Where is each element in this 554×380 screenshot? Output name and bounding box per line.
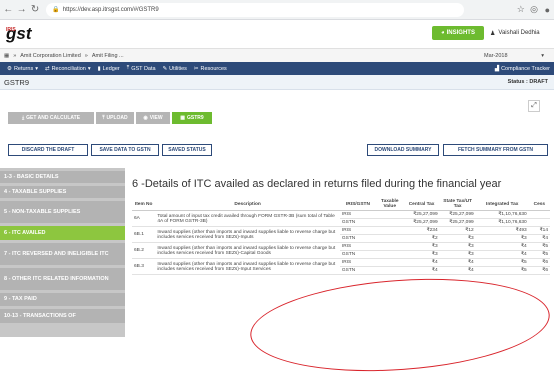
- main-panel: ⤢ ⤓ GET AND CALCULATE ⤒ UPLOAD ◉ VIEW ▦ GSTR…: [0, 90, 554, 380]
- reload-icon[interactable]: ↻: [30, 4, 40, 15]
- discard-draft-button[interactable]: DISCARD THE DRAFT: [8, 144, 88, 156]
- view-button[interactable]: ◉ VIEW: [136, 112, 170, 124]
- table-row: 6B.1 Inward supplies (other than imports…: [132, 226, 550, 243]
- address-bar[interactable]: 🔒 https://dev.asp.itrsgst.com/#/GSTR9: [46, 2, 465, 17]
- table-row: 6B.2 Inward supplies (other than imports…: [132, 242, 550, 259]
- swap-icon: ⇄: [44, 65, 50, 72]
- section-title: 6 -Details of ITC availed as declared in…: [132, 178, 502, 190]
- upload-icon: ⤒: [102, 115, 105, 121]
- upload-button[interactable]: ⤒ UPLOAD: [96, 112, 134, 124]
- star-icon[interactable]: ☆: [514, 4, 527, 15]
- table-header-row: Item No Description IRIS/GSTN Taxable Va…: [132, 198, 550, 211]
- sidebar-item-other-itc[interactable]: 8 - OTHER ITC RELATED INFORMATION: [0, 268, 125, 290]
- page-header: GSTR9 Status : DRAFT: [0, 75, 554, 90]
- app-header: IRIS gst ◕ INSIGHTS ♟ Vaishali Dedhia: [0, 20, 554, 48]
- period-select[interactable]: Mar-2018 ▾: [484, 51, 544, 61]
- wrench-icon: ✎: [162, 65, 168, 72]
- sidebar: 1-3 - BASIC DETAILS 4 - TAXABLE SUPPLIES…: [0, 168, 125, 337]
- eye-icon: ◉: [143, 115, 148, 121]
- status-badge: Status : DRAFT: [507, 79, 548, 85]
- compliance-tracker[interactable]: ▟ Compliance Tracker: [495, 66, 550, 72]
- grid-icon[interactable]: ▦: [4, 53, 9, 59]
- breadcrumb-company[interactable]: Amit Corporation Limited: [20, 53, 81, 59]
- lock-icon: 🔒: [52, 6, 60, 13]
- url-text: https://dev.asp.itrsgst.com/#/GSTR9: [62, 6, 159, 13]
- save-to-gstn-button[interactable]: SAVE DATA TO GSTN: [91, 144, 159, 156]
- upload-icon: ⤒: [126, 65, 130, 71]
- breadcrumb-filing[interactable]: Amit Filing ...: [92, 53, 124, 59]
- user-icon: ♟: [490, 30, 496, 37]
- sidebar-item-itc-reversed[interactable]: 7 - ITC REVERSED AND INELIGIBLE ITC: [0, 243, 125, 265]
- col-source: IRIS/GSTN: [339, 198, 376, 211]
- menu-ledger[interactable]: ▮ Ledger: [98, 66, 120, 72]
- chart-icon: ▟: [494, 65, 500, 72]
- download-summary-button[interactable]: DOWNLOAD SUMMARY: [367, 144, 439, 156]
- menu-returns[interactable]: ⚙ Returns ▾: [7, 66, 38, 72]
- insights-button[interactable]: ◕ INSIGHTS: [432, 26, 484, 40]
- book-icon: ▮: [97, 65, 101, 72]
- table-icon: ▦: [180, 115, 186, 121]
- user-menu[interactable]: ♟ Vaishali Dedhia: [490, 26, 540, 40]
- sidebar-item-tax-paid[interactable]: 9 - TAX PAID: [0, 293, 125, 306]
- page-title: GSTR9: [4, 77, 30, 87]
- col-item-no: Item No: [132, 198, 156, 211]
- back-icon[interactable]: ←: [3, 4, 13, 15]
- sidebar-item-itc-availed[interactable]: 6 - ITC AVAILED: [0, 226, 125, 240]
- insights-icon: ◕: [441, 30, 445, 36]
- saved-status-button[interactable]: SAVED STATUS: [162, 144, 212, 156]
- account-icon[interactable]: ●: [541, 5, 554, 15]
- menu-gst-data[interactable]: ⤒ GST Data: [127, 65, 156, 72]
- extension-icon[interactable]: ◎: [527, 4, 540, 15]
- col-state-tax: State Tax/UT Tax: [439, 198, 476, 211]
- sidebar-item-basic-details[interactable]: 1-3 - BASIC DETAILS: [0, 171, 125, 183]
- gstr9-button[interactable]: ▦ GSTR9: [172, 112, 212, 124]
- forward-icon[interactable]: →: [16, 4, 27, 15]
- menu-reconciliation[interactable]: ⇄ Reconciliation ▾: [45, 66, 91, 72]
- resources-icon: ✂: [193, 65, 199, 72]
- sidebar-item-taxable-supplies[interactable]: 4 - TAXABLE SUPPLIES: [0, 186, 125, 198]
- fetch-summary-button[interactable]: FETCH SUMMARY FROM GSTN: [443, 144, 548, 156]
- col-description: Description: [155, 198, 340, 211]
- returns-icon: ⚙: [7, 65, 12, 72]
- col-central-tax: Central Tax: [403, 198, 440, 211]
- itc-table: Item No Description IRIS/GSTN Taxable Va…: [132, 198, 550, 275]
- menu-utilities[interactable]: ✎ Utilities: [163, 66, 187, 72]
- sidebar-item-non-taxable-supplies[interactable]: 5 - NON-TAXABLE SUPPLIES: [0, 201, 125, 223]
- annotation-ellipse: [247, 269, 553, 380]
- expand-icon[interactable]: ⤢: [528, 100, 540, 112]
- main-menu: ⚙ Returns ▾ ⇄ Reconciliation ▾ ▮ Ledger ⤒ GST …: [0, 62, 554, 75]
- table-row: 6B.3 Inward supplies (other than imports…: [132, 258, 550, 275]
- menu-resources[interactable]: ✂ Resources: [194, 66, 227, 72]
- col-taxable-value: Taxable Value: [375, 198, 404, 211]
- col-integrated-tax: Integrated Tax: [475, 198, 529, 211]
- table-row: 6A Total amount of input tax credit avai…: [132, 210, 550, 227]
- download-icon: ⤓: [21, 115, 25, 121]
- iris-gst-logo[interactable]: IRIS gst: [6, 25, 32, 43]
- breadcrumb: ▦ » Amit Corporation Limited » Amit Fili…: [0, 48, 554, 62]
- col-cess: Cess: [528, 198, 550, 211]
- chevron-down-icon: ▾: [541, 53, 544, 59]
- sidebar-item-transactions[interactable]: 10-13 - TRANSACTIONS OF: [0, 309, 125, 323]
- get-calculate-button[interactable]: ⤓ GET AND CALCULATE: [8, 112, 94, 124]
- browser-toolbar: ← → ↻ 🔒 https://dev.asp.itrsgst.com/#/GST…: [0, 0, 554, 20]
